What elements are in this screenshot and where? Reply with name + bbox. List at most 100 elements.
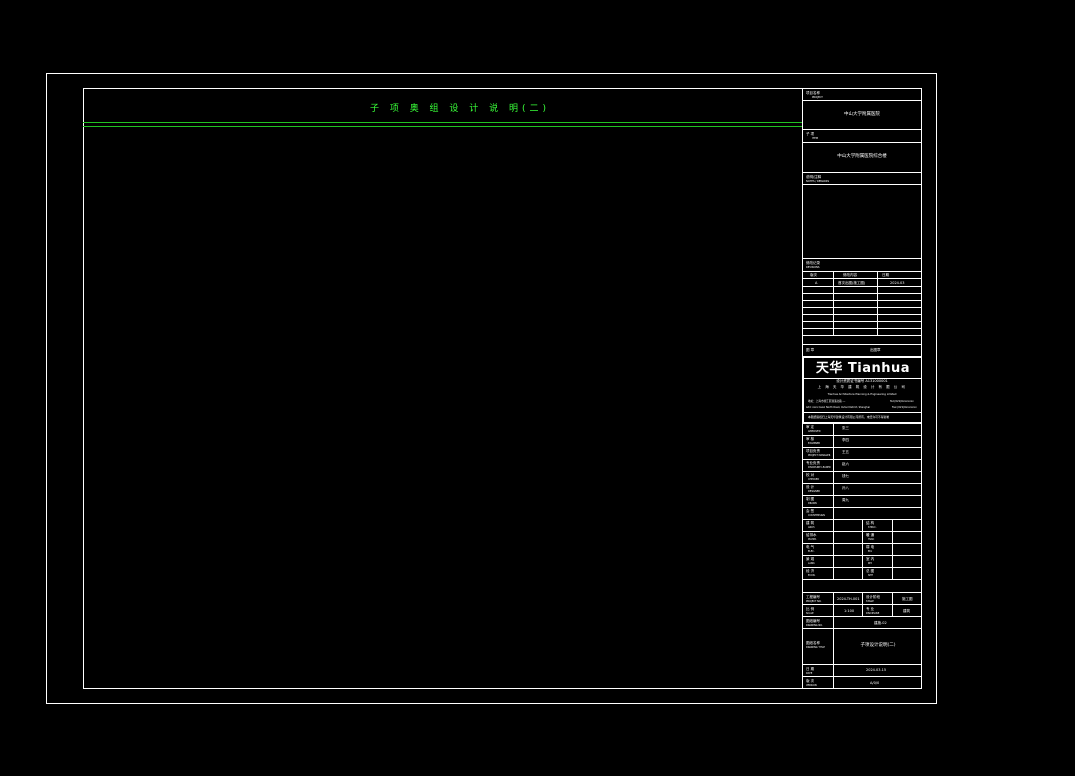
revision-label-en: REVISIONS xyxy=(806,266,820,269)
signature-role-label: 设 计 xyxy=(806,485,815,489)
signature-name[interactable]: 周九 xyxy=(842,498,849,502)
tb-line xyxy=(802,435,922,436)
tb-line xyxy=(802,579,922,580)
tb-line xyxy=(802,321,922,322)
countersign-left-label-en: ARCH. xyxy=(808,526,816,529)
version-value[interactable]: A/0/0 xyxy=(870,681,879,685)
tb-line xyxy=(802,423,922,424)
countersign-left-label-en: PLUMB. xyxy=(808,538,817,541)
countersign-left-label-en: LAND. xyxy=(808,562,816,565)
address-line-1: 地址：上海市徐汇区漕溪北路 --- xyxy=(808,400,846,403)
revision-cell: A xyxy=(815,281,818,285)
revision-cell: 2024.03 xyxy=(890,281,905,285)
tb-col-line xyxy=(877,271,878,335)
tb-line xyxy=(802,258,922,259)
company-name-en: Tianhua Architecture Planning & Engineer… xyxy=(827,393,897,396)
tb-line xyxy=(802,300,922,301)
signature-name[interactable]: 王五 xyxy=(842,450,849,454)
drawing-title-value[interactable]: 子项设计说明(二) xyxy=(834,643,922,648)
signature-name[interactable]: 赵六 xyxy=(842,462,849,466)
tb-line xyxy=(802,278,922,279)
sub-item-name[interactable]: 中山大学附属医院综合楼 xyxy=(802,154,922,159)
tb-line xyxy=(802,293,922,294)
company-cert: 设计资质证书编号 A131000001 xyxy=(836,379,888,383)
stage-value[interactable]: 施工图 xyxy=(902,597,913,601)
revision-header-version: 版次 xyxy=(810,273,817,277)
drawing-title-label: 图纸名称 xyxy=(806,641,820,645)
signature-role-label-en: EXAMINED xyxy=(808,442,821,445)
tb-col-line xyxy=(862,519,863,579)
discipline-label: 专 业 xyxy=(866,607,875,611)
tb-line xyxy=(802,100,922,101)
tb-line xyxy=(802,129,922,130)
title-divider-line xyxy=(83,122,802,123)
notes-label: 说明/注释 xyxy=(806,175,822,179)
revision-label: 修改记录 xyxy=(806,261,820,265)
signature-role-label: 制 图 xyxy=(806,497,815,501)
tb-line xyxy=(802,184,922,185)
seal-value: 出图章 xyxy=(870,348,881,352)
tb-col-line xyxy=(833,616,834,664)
countersign-right-label-en: SITE xyxy=(868,574,873,577)
countersign-right-label-en: HVAC xyxy=(868,538,875,541)
signature-role-label: 项目负责 xyxy=(806,449,820,453)
signature-name[interactable]: 孙八 xyxy=(842,486,849,490)
countersign-left-label: 经 济 xyxy=(806,569,815,573)
tb-line xyxy=(802,628,922,629)
countersign-left-label: 电 气 xyxy=(806,545,815,549)
date-label: 日 期 xyxy=(806,667,815,671)
tb-col-line xyxy=(833,592,834,616)
countersign-right-label: 暖 通 xyxy=(866,533,875,537)
tb-col-line xyxy=(833,423,834,519)
version-label-en: VERSION xyxy=(806,684,817,687)
tb-line xyxy=(802,676,922,677)
tb-line xyxy=(802,286,922,287)
sub-item-label: 子 项 xyxy=(806,132,815,136)
tb-line xyxy=(802,172,922,173)
project-no-label: 工程编号 xyxy=(806,595,820,599)
signature-role-label-en: PROJECT MANAGER xyxy=(808,454,831,457)
signature-name[interactable]: 钱七 xyxy=(842,474,849,478)
signature-role-label: 会 签 xyxy=(806,509,815,513)
signature-role-label-en: DRAWN xyxy=(808,502,817,505)
tb-line xyxy=(802,495,922,496)
countersign-right-label: 结 构 xyxy=(866,521,875,525)
sheet-title[interactable]: 子 项 奥 组 设 计 说 明(二) xyxy=(300,101,620,114)
scale-label: 比 例 xyxy=(806,607,815,611)
tb-line xyxy=(802,471,922,472)
tb-line xyxy=(802,447,922,448)
tb-col-line xyxy=(833,271,834,335)
drawing-title-label-en: DRAWING TITLE xyxy=(806,646,825,649)
date-value[interactable]: 2024.03.15 xyxy=(866,668,886,672)
project-no-value[interactable]: 2024-TH-001 xyxy=(837,597,860,601)
scale-value[interactable]: 1:100 xyxy=(844,609,854,613)
signature-name[interactable]: 张三 xyxy=(842,426,849,430)
tb-line xyxy=(802,483,922,484)
signature-name[interactable]: 李四 xyxy=(842,438,849,442)
company-note: 本图纸版权归上海天华建筑设计有限公司所有，未经许可不得复制 xyxy=(808,415,890,419)
tb-col-line xyxy=(892,592,893,616)
title-divider-line-2 xyxy=(83,126,802,127)
signature-role-label-en: APPROVED xyxy=(808,430,821,433)
discipline-value[interactable]: 建筑 xyxy=(903,609,910,613)
tb-col-line xyxy=(862,592,863,616)
project-name[interactable]: 中山大学附属医院 xyxy=(802,112,922,117)
sheet-no-value[interactable]: 建施-02 xyxy=(874,621,887,625)
revision-cell: 首次出图(施工图) xyxy=(838,281,866,285)
tb-line xyxy=(802,616,922,617)
project-label: 项目名称 xyxy=(806,91,820,95)
stage-label: 设计阶段 xyxy=(866,595,880,599)
signature-role-label-en: COUNTERSIGN xyxy=(808,514,825,517)
tb-line xyxy=(802,314,922,315)
countersign-left-label: 给排水 xyxy=(806,533,817,537)
tb-line xyxy=(802,335,922,336)
signature-role-label-en: DISCIPLINE LEADER xyxy=(808,466,831,469)
revision-header-date: 日期 xyxy=(882,273,889,277)
tb-col-line xyxy=(833,519,834,579)
signature-role-label-en: DESIGNED xyxy=(808,490,821,493)
countersign-right-label: 弱 电 xyxy=(866,545,875,549)
version-label: 版 次 xyxy=(806,679,815,683)
tb-line xyxy=(802,271,922,272)
countersign-left-label-en: ELEC. xyxy=(808,550,815,553)
sheet-no-label: 图纸编号 xyxy=(806,619,820,623)
